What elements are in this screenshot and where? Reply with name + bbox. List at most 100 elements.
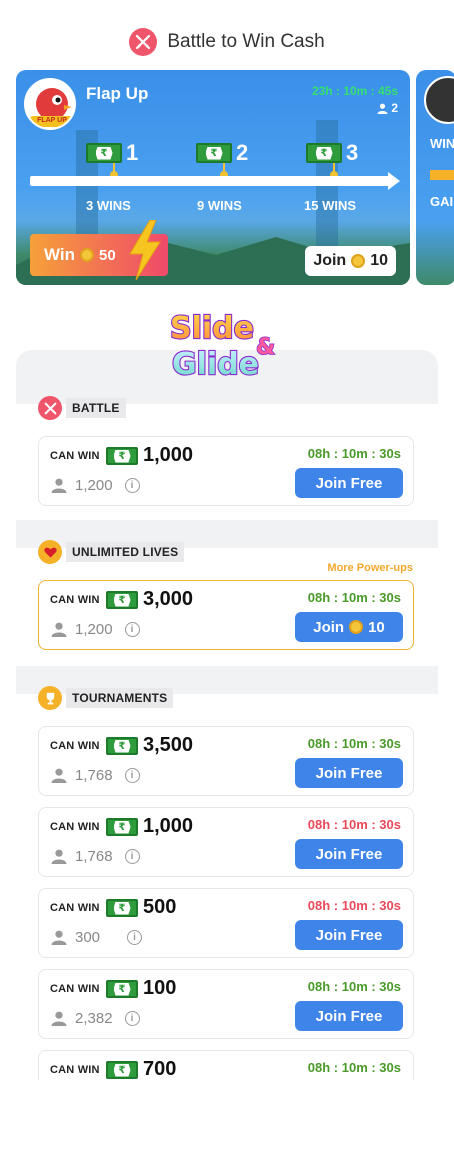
page-title: Battle to Win Cash (167, 31, 325, 52)
section-tag: UNLIMITED LIVES (66, 542, 185, 562)
row-timer: 08h : 10m : 30s (307, 1060, 401, 1075)
rupee-symbol: ₹ (113, 820, 131, 834)
tier-wins-label: 3 WINS (86, 198, 131, 213)
user-count: 1,768 i (51, 848, 140, 865)
join-free-button[interactable]: Join Free (295, 839, 403, 869)
contests-panel: BATTLE CAN WIN ₹ 1,000 1,200 i 08h : 10m… (16, 350, 438, 1080)
cash-icon: ₹ (86, 143, 122, 163)
section-header-tournaments: TOURNAMENTS (38, 686, 174, 710)
player-count: 2 (377, 101, 398, 115)
info-icon[interactable]: i (124, 1011, 140, 1026)
info-icon[interactable]: i (124, 478, 140, 493)
rupee-symbol: ₹ (113, 1063, 131, 1077)
rupee-symbol: ₹ (113, 449, 131, 463)
prize-amount: 3,500 (143, 734, 194, 756)
peek-text: WIN (430, 136, 454, 151)
row-timer: 08h : 10m : 30s (307, 736, 401, 751)
cash-icon: ₹ (106, 980, 138, 998)
swords-icon (129, 28, 158, 56)
contest-row[interactable]: CAN WIN ₹ 3,500 1,768 i 08h : 10m : 30s … (38, 726, 414, 796)
info-icon[interactable]: i (127, 930, 142, 945)
rupee-symbol: ₹ (205, 146, 223, 160)
info-icon[interactable]: i (124, 768, 140, 783)
can-win-label: CAN WIN (50, 983, 100, 995)
progress-track (30, 172, 400, 190)
coin-icon (349, 620, 364, 634)
milestone-pin (330, 163, 338, 179)
can-win-label: CAN WIN (50, 821, 100, 833)
cash-icon: ₹ (106, 591, 138, 609)
game-thumbnail-label: FLAP UP (37, 117, 67, 124)
more-powerups-link[interactable]: More Power-ups (327, 562, 413, 574)
contest-row[interactable]: CAN WIN ₹ 1,000 1,200 i 08h : 10m : 30s … (38, 436, 414, 506)
cash-icon: ₹ (306, 143, 342, 163)
join-free-button[interactable]: Join Free (295, 468, 403, 498)
join-amount: 10 (370, 252, 388, 269)
game-card-flap-up[interactable]: FLAP UP Flap Up 23h : 10m : 45s 2 ₹ 1 ₹ … (16, 70, 410, 285)
tier-wins-label: 9 WINS (197, 198, 242, 213)
page-header: Battle to Win Cash (0, 22, 454, 62)
section-header-unlimited: UNLIMITED LIVES (38, 540, 185, 564)
peek-text: GAI (430, 194, 454, 209)
tier-number: 2 (236, 140, 249, 165)
section-battle: BATTLE CAN WIN ₹ 1,000 1,200 i 08h : 10m… (16, 396, 438, 520)
rupee-symbol: ₹ (95, 146, 113, 160)
game-thumbnail (424, 76, 454, 124)
section-header-battle: BATTLE (38, 396, 126, 420)
contest-row[interactable]: CAN WIN ₹ 700 08h : 10m : 30s (38, 1050, 414, 1080)
user-count: 300 i (51, 929, 142, 946)
info-icon[interactable]: i (124, 622, 140, 637)
heart-icon (38, 540, 62, 564)
game-thumbnail: FLAP UP (24, 78, 76, 130)
join-button[interactable]: Join 10 (305, 246, 396, 276)
rupee-symbol: ₹ (315, 146, 333, 160)
game-carousel[interactable]: FLAP UP Flap Up 23h : 10m : 45s 2 ₹ 1 ₹ … (16, 70, 454, 286)
user-count-value: 1,200 (75, 477, 113, 494)
person-icon (51, 478, 67, 493)
person-icon (51, 768, 67, 783)
game-card-next[interactable]: WIN GAI (416, 70, 454, 285)
coin-icon (351, 254, 366, 268)
join-free-button[interactable]: Join Free (295, 1001, 403, 1031)
prize-amount: 100 (143, 977, 177, 999)
logo-line2: Glide (172, 347, 259, 382)
win-amount: 50 (99, 246, 116, 264)
can-win-label: CAN WIN (50, 740, 100, 752)
prize-amount: 1,000 (143, 815, 194, 837)
user-count-value: 1,768 (75, 767, 113, 784)
milestone-pin (110, 163, 118, 179)
join-free-button[interactable]: Join Free (295, 758, 403, 788)
rupee-symbol: ₹ (113, 593, 131, 607)
contest-row[interactable]: CAN WIN ₹ 3,000 1,200 i 08h : 10m : 30s … (38, 580, 414, 650)
user-count-value: 1,200 (75, 621, 113, 638)
swords-icon (38, 396, 62, 420)
person-icon (51, 930, 67, 945)
game-name: Flap Up (86, 84, 149, 103)
can-win-label: CAN WIN (50, 902, 100, 914)
contest-row[interactable]: CAN WIN ₹ 1,000 1,768 i 08h : 10m : 30s … (38, 807, 414, 877)
rupee-symbol: ₹ (113, 739, 131, 753)
join-label: Join (313, 252, 347, 269)
join-free-button[interactable]: Join Free (295, 920, 403, 950)
info-icon[interactable]: i (124, 849, 140, 864)
section-unlimited-lives: UNLIMITED LIVES More Power-ups CAN WIN ₹… (16, 540, 438, 666)
card-timer: 23h : 10m : 45s (311, 84, 398, 98)
person-icon (51, 849, 67, 864)
prize-amount: 500 (143, 896, 177, 918)
user-count: 1,200 i (51, 477, 140, 494)
contest-row[interactable]: CAN WIN ₹ 500 300 i 08h : 10m : 30s Join… (38, 888, 414, 958)
player-count-value: 2 (391, 101, 398, 115)
rupee-symbol: ₹ (113, 901, 131, 915)
rupee-symbol: ₹ (113, 982, 131, 996)
row-timer: 08h : 10m : 30s (307, 590, 401, 605)
join-paid-button[interactable]: Join 10 (295, 612, 403, 642)
contest-row[interactable]: CAN WIN ₹ 100 2,382 i 08h : 10m : 30s Jo… (38, 969, 414, 1039)
cash-icon: ₹ (196, 143, 232, 163)
cash-icon: ₹ (106, 447, 138, 465)
can-win-label: CAN WIN (50, 594, 100, 606)
cash-icon: ₹ (106, 899, 138, 917)
lightning-icon (129, 220, 161, 280)
section-tag: TOURNAMENTS (66, 688, 174, 708)
user-count-value: 300 (75, 929, 101, 946)
join-amount: 10 (368, 618, 385, 636)
